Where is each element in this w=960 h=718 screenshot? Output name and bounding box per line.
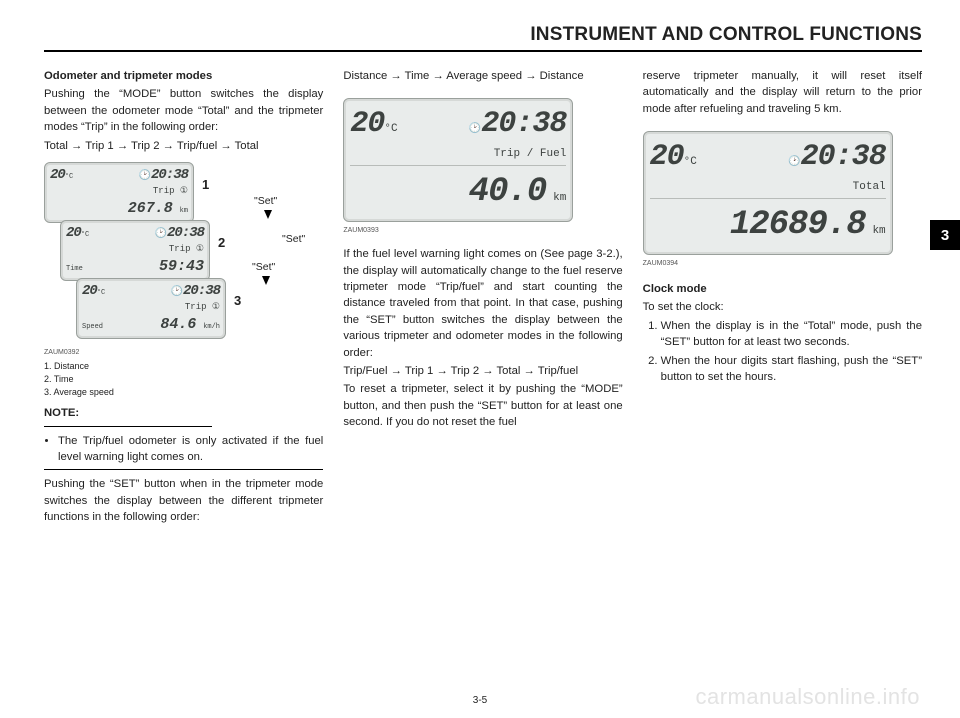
lcd-panel-speed: 20°C 🕑20:38 Trip ① Speed 84.6 km/h <box>76 278 226 339</box>
column-3: reserve tripmeter manually, it will rese… <box>643 68 922 527</box>
figure-tripmeter-stack: 20°C 🕑20:38 Trip ① 267.8 km 1 20°C 🕑20:3… <box>44 162 323 342</box>
lcd3-value: 84.6 <box>160 316 196 333</box>
page-title: INSTRUMENT AND CONTROL FUNCTIONS <box>44 24 922 46</box>
odometer-body-2: Pushing the “SET” button when in the tri… <box>44 476 323 525</box>
lcd-total-value: 12689.8 <box>730 206 866 244</box>
clock-steps: When the display is in the “Total” mode,… <box>643 318 922 386</box>
lcd3-mode: Trip <box>185 302 207 312</box>
clock-icon: 🕑 <box>155 229 167 240</box>
manual-page: INSTRUMENT AND CONTROL FUNCTIONS 3 Odome… <box>0 0 960 718</box>
lcd-tf-clock: 20:38 <box>481 107 566 141</box>
callout-3: 3 <box>234 292 241 311</box>
column-1: Odometer and tripmeter modes Pushing the… <box>44 68 323 527</box>
figure-code-2: ZAUM0393 <box>343 226 622 236</box>
clock-step-2: When the hour digits start flashing, pus… <box>661 353 922 386</box>
lcd2-mode: Trip <box>169 244 191 254</box>
caption-line-3: 3. Average speed <box>44 386 323 399</box>
clock-step-1: When the display is in the “Total” mode,… <box>661 318 922 351</box>
sequence-distance-time: Distance → Time → Average speed → Distan… <box>343 68 622 84</box>
lcd3-clock: 20:38 <box>183 283 220 299</box>
lcd2-clock: 20:38 <box>167 225 204 241</box>
lcd2-left: Time <box>66 264 83 274</box>
clock-heading: Clock mode <box>643 281 922 297</box>
lcd-total-mode: Total <box>650 180 886 196</box>
lcd-total-clock: 20:38 <box>801 140 886 174</box>
fuel-warning-body: If the fuel level warning light comes on… <box>343 246 622 361</box>
set-label-3: "Set" <box>252 260 275 275</box>
note-label: NOTE: <box>44 405 79 421</box>
callout-1: 1 <box>202 176 209 195</box>
lcd3-unit: km/h <box>203 323 220 331</box>
set-label-2: "Set" <box>282 232 305 247</box>
note-item: The Trip/fuel odometer is only activated… <box>58 433 323 466</box>
lcd3-sub: ① <box>212 302 220 312</box>
chapter-tab: 3 <box>930 220 960 250</box>
clock-icon: 🕑 <box>139 171 151 182</box>
page-number: 3-5 <box>0 695 960 706</box>
lcd-tf-temp: 20 <box>350 107 384 141</box>
lcd1-temp-unit: °C <box>65 173 73 181</box>
lcd-tf-mode: Trip / Fuel <box>350 147 566 163</box>
figure-total: 20°C 🕑20:38 Total 12689.8 km <box>643 131 922 255</box>
lcd-panel-distance: 20°C 🕑20:38 Trip ① 267.8 km <box>44 162 194 223</box>
caption-line-2: 2. Time <box>44 373 323 386</box>
caption-line-1: 1. Distance <box>44 360 323 373</box>
column-2: Distance → Time → Average speed → Distan… <box>343 68 622 527</box>
odometer-sequence: Total → Trip 1 → Trip 2 → Trip/fuel → To… <box>44 138 323 154</box>
arrow-down-icon <box>264 210 272 219</box>
content-columns: Odometer and tripmeter modes Pushing the… <box>44 68 922 527</box>
reserve-tripmeter-body: reserve tripmeter manually, it will rese… <box>643 68 922 117</box>
lcd2-temp-unit: °C <box>81 231 89 239</box>
lcd1-temp: 20 <box>50 167 65 183</box>
arrow-down-icon <box>262 276 270 285</box>
callout-2: 2 <box>218 234 225 253</box>
figure-code-1: ZAUM0392 <box>44 348 323 358</box>
lcd-panel-time: 20°C 🕑20:38 Trip ① Time 59:43 <box>60 220 210 281</box>
figure-tripfuel: 20°C 🕑20:38 Trip / Fuel 40.0 km <box>343 98 622 222</box>
lcd-total-temp-unit: °C <box>684 156 697 168</box>
lcd2-value: 59:43 <box>159 256 204 278</box>
lcd3-left: Speed <box>82 322 103 332</box>
lcd2-temp: 20 <box>66 225 81 241</box>
clock-intro: To set the clock: <box>643 299 922 315</box>
odometer-heading: Odometer and tripmeter modes <box>44 68 323 84</box>
clock-icon: 🕑 <box>171 287 183 298</box>
clock-icon: 🕑 <box>788 157 800 168</box>
lcd-total-unit: km <box>872 225 885 237</box>
set-label-1: "Set" <box>254 194 277 209</box>
lcd1-value: 267.8 <box>128 200 173 217</box>
page-header: INSTRUMENT AND CONTROL FUNCTIONS <box>44 24 922 52</box>
lcd-tf-value: 40.0 <box>469 173 547 211</box>
lcd3-temp: 20 <box>82 283 97 299</box>
reset-tripmeter-body: To reset a tripmeter, select it by pushi… <box>343 381 622 430</box>
lcd-total-temp: 20 <box>650 140 684 174</box>
lcd-tf-unit: km <box>553 192 566 204</box>
figure-caption: 1. Distance 2. Time 3. Average speed <box>44 360 323 399</box>
lcd-tf-temp-unit: °C <box>384 123 397 135</box>
figure-code-3: ZAUM0394 <box>643 259 922 269</box>
tripfuel-sequence: Trip/Fuel → Trip 1 → Trip 2 → Total → Tr… <box>343 363 622 379</box>
lcd1-clock: 20:38 <box>151 167 188 183</box>
lcd2-sub: ① <box>196 244 204 254</box>
lcd1-sub: ① <box>180 186 188 196</box>
lcd1-unit: km <box>180 207 188 215</box>
lcd3-temp-unit: °C <box>97 289 105 297</box>
odometer-body-1: Pushing the “MODE” button switches the d… <box>44 86 323 135</box>
lcd1-mode: Trip <box>153 186 175 196</box>
note-block: NOTE: The Trip/fuel odometer is only act… <box>44 405 323 470</box>
clock-icon: 🕑 <box>469 124 481 135</box>
